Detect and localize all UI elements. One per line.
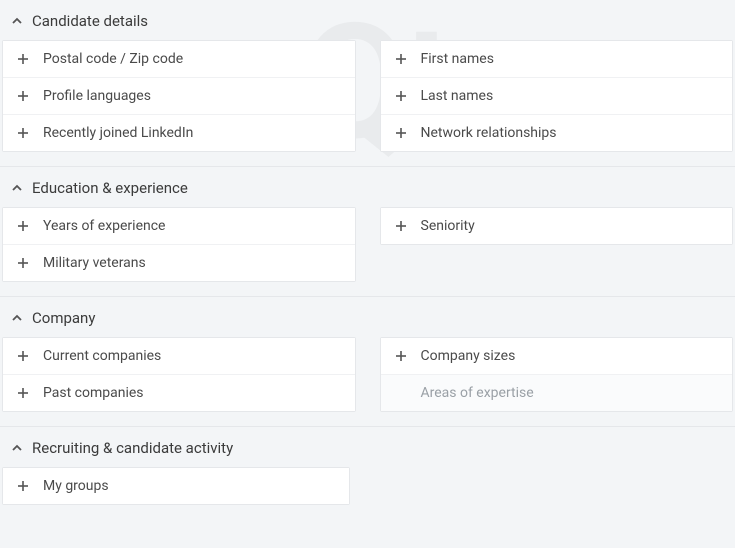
- filter-areas-of-expertise: Areas of expertise: [381, 374, 733, 411]
- section-header-company[interactable]: Company: [0, 297, 735, 337]
- filter-last-names[interactable]: Last names: [381, 77, 733, 114]
- filter-label: Postal code / Zip code: [43, 51, 343, 67]
- chevron-up-icon: [8, 12, 26, 30]
- filter-military-veterans[interactable]: Military veterans: [3, 244, 355, 281]
- filter-label: Last names: [421, 88, 721, 104]
- section-title: Education & experience: [32, 179, 188, 197]
- chevron-up-icon: [8, 179, 26, 197]
- filter-label: First names: [421, 51, 721, 67]
- section-title: Recruiting & candidate activity: [32, 439, 233, 457]
- filter-label: Company sizes: [421, 348, 721, 364]
- filter-first-names[interactable]: First names: [381, 41, 733, 77]
- plus-icon: [393, 125, 409, 141]
- plus-icon: [15, 51, 31, 67]
- filter-label: Network relationships: [421, 125, 721, 141]
- filter-recently-joined-linkedin[interactable]: Recently joined LinkedIn: [3, 114, 355, 151]
- filter-my-groups[interactable]: My groups: [3, 468, 349, 504]
- filter-label: Recently joined LinkedIn: [43, 125, 343, 141]
- filter-years-of-experience[interactable]: Years of experience: [3, 208, 355, 244]
- plus-icon: [393, 51, 409, 67]
- plus-icon: [393, 348, 409, 364]
- plus-icon: [15, 478, 31, 494]
- section-header-candidate-details[interactable]: Candidate details: [0, 0, 735, 40]
- filter-current-companies[interactable]: Current companies: [3, 338, 355, 374]
- plus-icon: [15, 385, 31, 401]
- section-title: Company: [32, 309, 95, 327]
- plus-icon: [15, 125, 31, 141]
- filter-label: Current companies: [43, 348, 343, 364]
- filter-label: Profile languages: [43, 88, 343, 104]
- filter-company-sizes[interactable]: Company sizes: [381, 338, 733, 374]
- filter-panel: Candidate details Postal code / Zip code…: [0, 0, 735, 505]
- plus-icon: [393, 218, 409, 234]
- filter-network-relationships[interactable]: Network relationships: [381, 114, 733, 151]
- filter-postal-code[interactable]: Postal code / Zip code: [3, 41, 355, 77]
- filter-label: Areas of expertise: [393, 385, 721, 401]
- plus-icon: [15, 255, 31, 271]
- plus-icon: [15, 348, 31, 364]
- chevron-up-icon: [8, 439, 26, 457]
- filter-seniority[interactable]: Seniority: [381, 208, 733, 244]
- plus-icon: [15, 88, 31, 104]
- filter-label: Years of experience: [43, 218, 343, 234]
- filter-label: Past companies: [43, 385, 343, 401]
- filter-profile-languages[interactable]: Profile languages: [3, 77, 355, 114]
- plus-icon: [393, 88, 409, 104]
- section-header-recruiting-activity[interactable]: Recruiting & candidate activity: [0, 427, 735, 467]
- filter-label: Seniority: [421, 218, 721, 234]
- plus-icon: [15, 218, 31, 234]
- section-header-education-experience[interactable]: Education & experience: [0, 167, 735, 207]
- filter-past-companies[interactable]: Past companies: [3, 374, 355, 411]
- filter-label: Military veterans: [43, 255, 343, 271]
- chevron-up-icon: [8, 309, 26, 327]
- filter-label: My groups: [43, 478, 337, 494]
- section-title: Candidate details: [32, 12, 148, 30]
